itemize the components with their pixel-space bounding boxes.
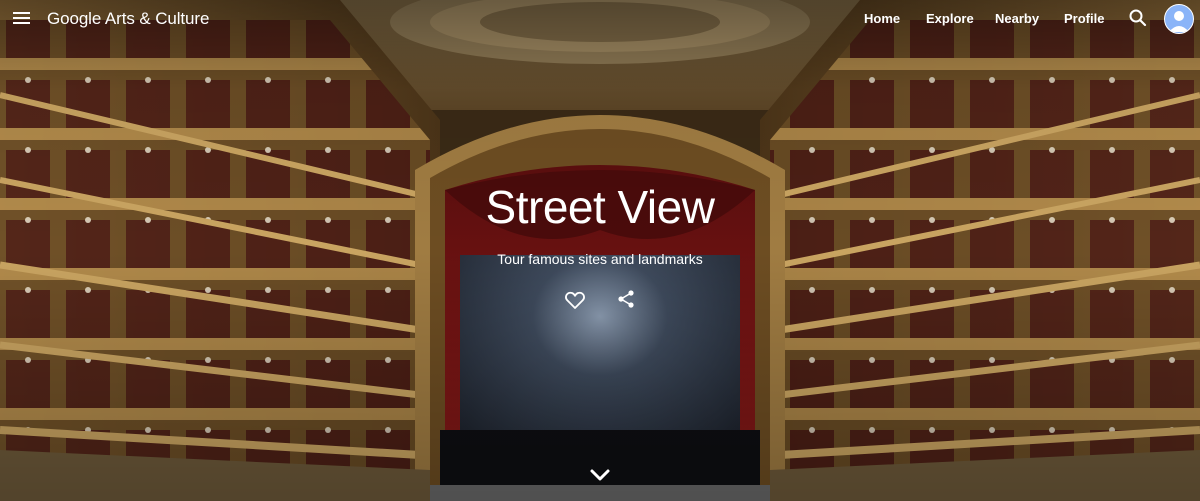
page-subtitle: Tour famous sites and landmarks — [497, 251, 703, 267]
hero-section: Google Arts & Culture Home Explore Nearb… — [0, 0, 1200, 501]
site-logo[interactable]: Google Arts & Culture — [47, 9, 209, 29]
chevron-down-icon[interactable] — [589, 466, 611, 484]
nav-link-explore[interactable]: Explore — [926, 11, 974, 26]
share-icon[interactable] — [616, 289, 636, 309]
menu-icon[interactable] — [12, 9, 32, 29]
nav-link-nearby[interactable]: Nearby — [995, 11, 1039, 26]
search-icon[interactable] — [1128, 8, 1148, 28]
nav-link-profile[interactable]: Profile — [1064, 11, 1104, 26]
nav-link-home[interactable]: Home — [864, 11, 900, 26]
heart-icon[interactable] — [564, 289, 586, 311]
avatar-icon[interactable] — [1164, 4, 1194, 34]
page-title: Street View — [485, 181, 715, 233]
top-bar: Google Arts & Culture Home Explore Nearb… — [0, 0, 1200, 38]
